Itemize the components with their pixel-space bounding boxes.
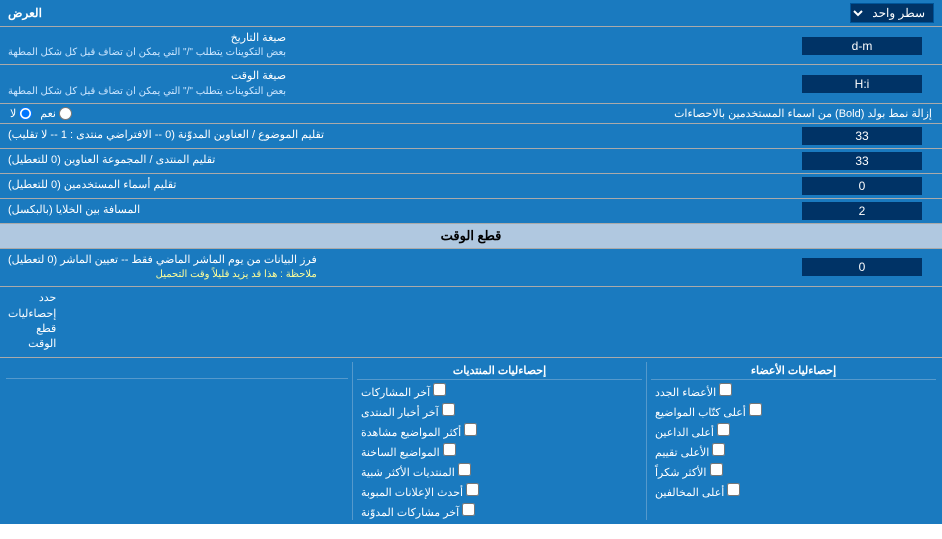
checkbox-item: المواضيع الساخنة	[357, 442, 642, 460]
bold-no-label[interactable]: لا	[10, 107, 32, 120]
col-divider-2	[352, 362, 353, 520]
checkbox-item: الأعلى تقييم	[651, 442, 936, 460]
forum-group-label: تقليم المنتدى / المجموعة العناوين (0 للت…	[0, 149, 782, 173]
members-stats-header: إحصاءليات الأعضاء	[651, 362, 936, 380]
user-names-input[interactable]: 0	[802, 177, 922, 195]
similar-forums-label[interactable]: المنتديات الأكثر شبية	[361, 463, 471, 479]
checkboxes-container: إحصاءليات الأعضاء الأعضاء الجدد أعلى كتّ…	[0, 358, 942, 524]
most-viewed-label[interactable]: أكثر المواضيع مشاهدة	[361, 423, 477, 439]
top-violators-checkbox[interactable]	[727, 483, 740, 496]
time-cut-input-cell: 0	[782, 249, 942, 286]
bold-label: إزالة نمط بولد (Bold) من اسماء المستخدمي…	[84, 107, 932, 120]
header-row: سطر واحد سطرين ثلاثة أسطر العرض	[0, 0, 942, 27]
forum-group-input[interactable]: 33	[802, 152, 922, 170]
similar-forums-checkbox[interactable]	[458, 463, 471, 476]
stats-label-header	[6, 362, 348, 379]
checkbox-item: المنتديات الأكثر شبية	[357, 462, 642, 480]
user-names-label: تقليم أسماء المستخدمين (0 للتعطيل)	[0, 174, 782, 198]
time-format-input[interactable]: H:i	[802, 75, 922, 93]
members-stats-col: إحصاءليات الأعضاء الأعضاء الجدد أعلى كتّ…	[651, 362, 936, 520]
bold-yes-radio[interactable]	[59, 107, 72, 120]
cell-gap-input[interactable]: 2	[802, 202, 922, 220]
stats-title-label	[64, 287, 942, 357]
last-blog-label[interactable]: آخر مشاركات المدوّنة	[361, 503, 475, 519]
checkbox-item: الأعضاء الجدد	[651, 382, 936, 400]
time-format-row: H:i صيغة الوقت بعض التكوينات يتطلب "/" ا…	[0, 65, 942, 103]
forums-stats-header: إحصاءليات المنتديات	[357, 362, 642, 380]
last-posts-checkbox[interactable]	[433, 383, 446, 396]
checkbox-item: أكثر المواضيع مشاهدة	[357, 422, 642, 440]
checkbox-item: أعلى المخالفين	[651, 482, 936, 500]
date-format-input[interactable]: d-m	[802, 37, 922, 55]
stats-title-row: حدد إحصاءليات قطع الوقت	[0, 287, 942, 358]
user-names-input-cell: 0	[782, 174, 942, 198]
top-writers-label[interactable]: أعلى كتّاب المواضيع	[655, 403, 762, 419]
checkbox-item: أعلى كتّاب المواضيع	[651, 402, 936, 420]
checkbox-item: آخر أخبار المنتدى	[357, 402, 642, 420]
last-news-label[interactable]: آخر أخبار المنتدى	[361, 403, 455, 419]
checkbox-item: آخر المشاركات	[357, 382, 642, 400]
cell-gap-row: 2 المسافة بين الخلايا (بالبكسل)	[0, 199, 942, 224]
forum-title-input[interactable]: 33	[802, 127, 922, 145]
date-format-row: d-m صيغة التاريخ بعض التكوينات يتطلب "/"…	[0, 27, 942, 65]
checkbox-item: آخر مشاركات المدوّنة	[357, 502, 642, 520]
checkbox-item: الأكثر شكراً	[651, 462, 936, 480]
checkbox-item: أعلى الداعين	[651, 422, 936, 440]
time-format-label: صيغة الوقت بعض التكوينات يتطلب "/" التي …	[0, 65, 782, 102]
forums-stats-col: إحصاءليات المنتديات آخر المشاركات آخر أخ…	[357, 362, 642, 520]
forum-title-input-cell: 33	[782, 124, 942, 148]
time-cut-row: 0 فرز البيانات من يوم الماشر الماضي فقط …	[0, 249, 942, 287]
most-thanked-label[interactable]: الأكثر شكراً	[655, 463, 723, 479]
col-divider	[646, 362, 647, 520]
time-cut-input[interactable]: 0	[802, 258, 922, 276]
hot-topics-label[interactable]: المواضيع الساخنة	[361, 443, 456, 459]
last-blog-checkbox[interactable]	[462, 503, 475, 516]
last-news-checkbox[interactable]	[442, 403, 455, 416]
cell-gap-label: المسافة بين الخلايا (بالبكسل)	[0, 199, 782, 223]
checkbox-item: أحدث الإعلانات المبوبة	[357, 482, 642, 500]
top-rated-checkbox[interactable]	[712, 443, 725, 456]
bold-radio-group: نعم لا	[10, 107, 72, 120]
forum-group-input-cell: 33	[782, 149, 942, 173]
top-inviters-label[interactable]: أعلى الداعين	[655, 423, 730, 439]
cell-gap-input-cell: 2	[782, 199, 942, 223]
stats-title-text: حدد إحصاءليات قطع الوقت	[0, 287, 64, 357]
forum-title-label: تقليم الموضوع / العناوين المدوّنة (0 -- …	[0, 124, 782, 148]
top-rated-label[interactable]: الأعلى تقييم	[655, 443, 725, 459]
display-select[interactable]: سطر واحد سطرين ثلاثة أسطر	[850, 3, 934, 23]
last-posts-label[interactable]: آخر المشاركات	[361, 383, 446, 399]
time-format-input-cell: H:i	[782, 65, 942, 102]
date-format-input-cell: d-m	[782, 27, 942, 64]
bold-yes-label[interactable]: نعم	[40, 107, 72, 120]
hot-topics-checkbox[interactable]	[443, 443, 456, 456]
members-new-label[interactable]: الأعضاء الجدد	[655, 383, 732, 399]
bold-radio-row: إزالة نمط بولد (Bold) من اسماء المستخدمي…	[0, 104, 942, 124]
bold-no-radio[interactable]	[19, 107, 32, 120]
checkboxes-grid: إحصاءليات الأعضاء الأعضاء الجدد أعلى كتّ…	[6, 362, 936, 520]
stats-label-col	[6, 362, 348, 520]
top-inviters-checkbox[interactable]	[717, 423, 730, 436]
user-names-row: 0 تقليم أسماء المستخدمين (0 للتعطيل)	[0, 174, 942, 199]
latest-ads-checkbox[interactable]	[466, 483, 479, 496]
forum-title-row: 33 تقليم الموضوع / العناوين المدوّنة (0 …	[0, 124, 942, 149]
time-section-header: قطع الوقت	[0, 224, 942, 249]
time-cut-label: فرز البيانات من يوم الماشر الماضي فقط --…	[0, 249, 782, 286]
members-new-checkbox[interactable]	[719, 383, 732, 396]
most-thanked-checkbox[interactable]	[710, 463, 723, 476]
date-format-label: صيغة التاريخ بعض التكوينات يتطلب "/" الت…	[0, 27, 782, 64]
top-violators-label[interactable]: أعلى المخالفين	[655, 483, 740, 499]
forum-group-row: 33 تقليم المنتدى / المجموعة العناوين (0 …	[0, 149, 942, 174]
top-writers-checkbox[interactable]	[749, 403, 762, 416]
most-viewed-checkbox[interactable]	[464, 423, 477, 436]
latest-ads-label[interactable]: أحدث الإعلانات المبوبة	[361, 483, 479, 499]
header-title: العرض	[8, 6, 42, 20]
